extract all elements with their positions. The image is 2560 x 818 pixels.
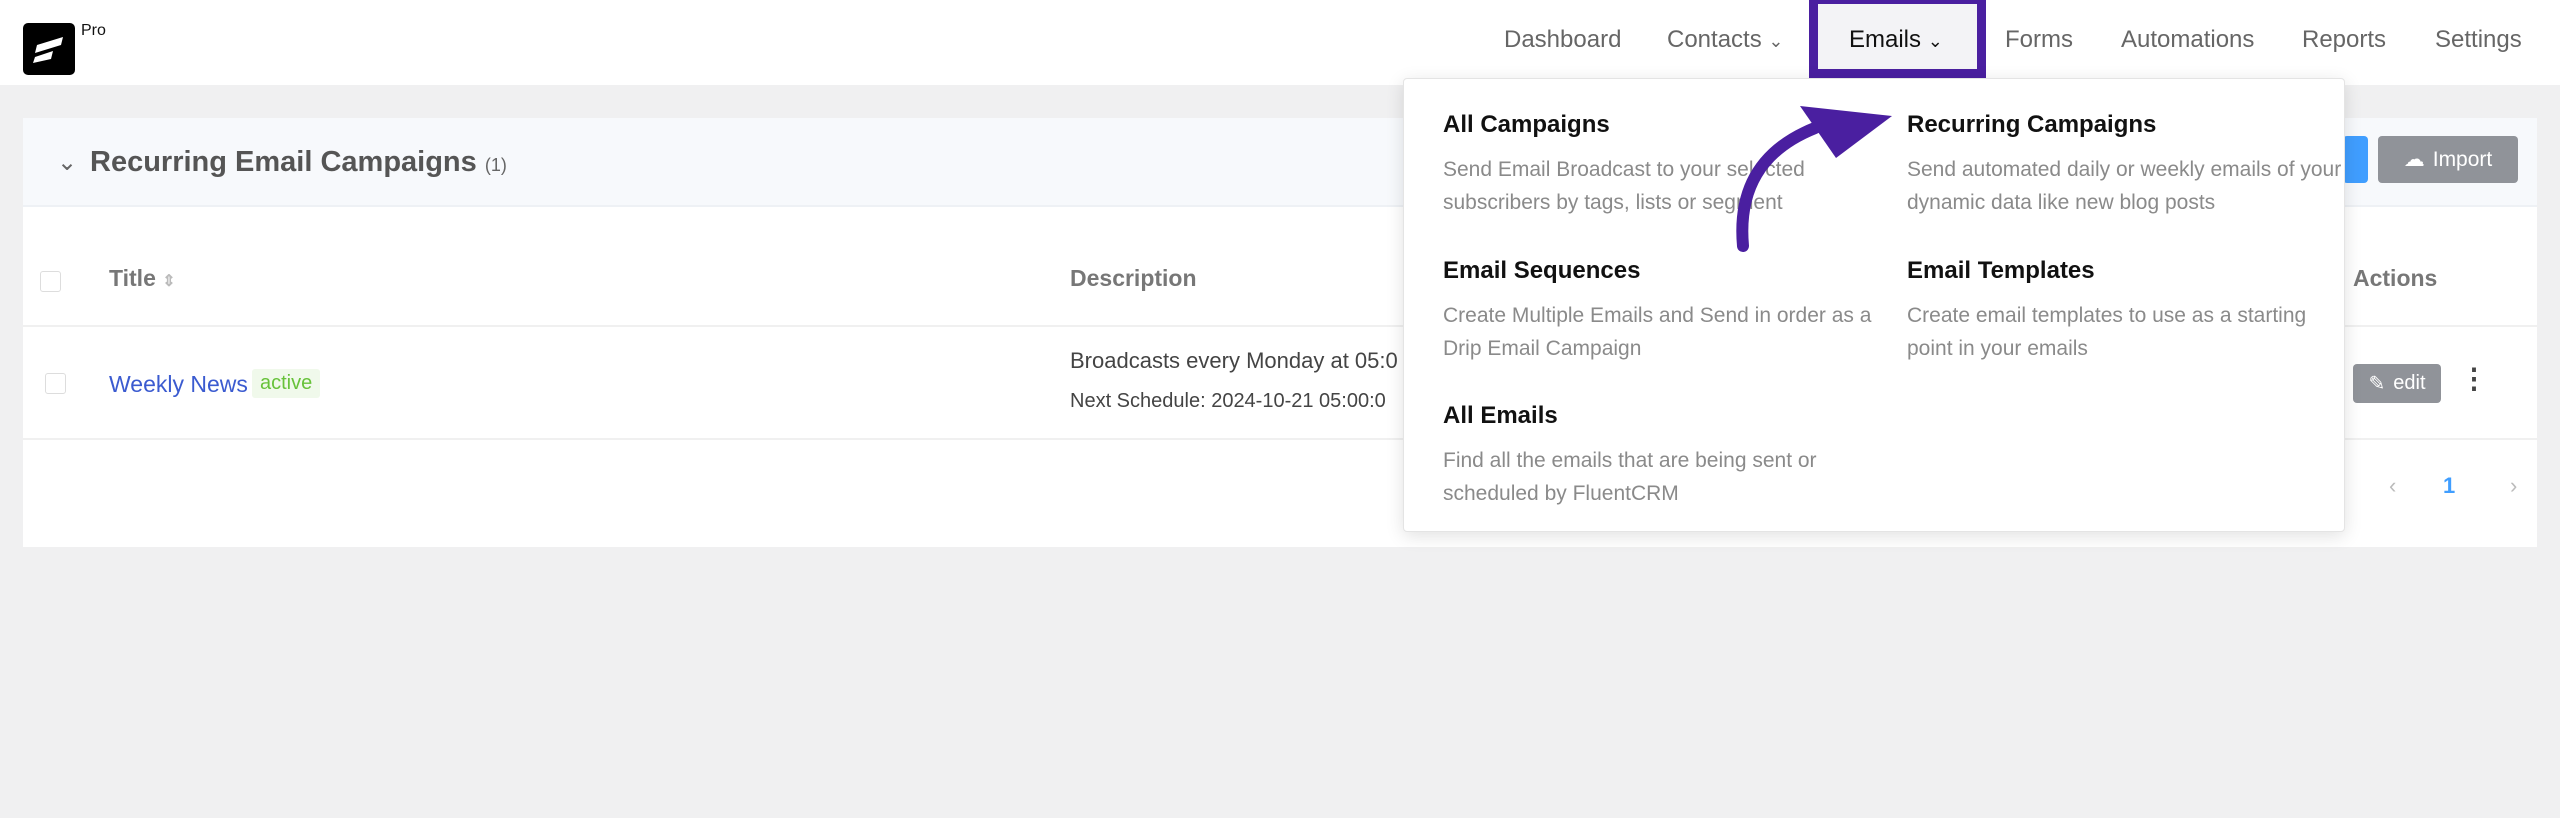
annotation-arrow-icon bbox=[1736, 106, 1892, 252]
